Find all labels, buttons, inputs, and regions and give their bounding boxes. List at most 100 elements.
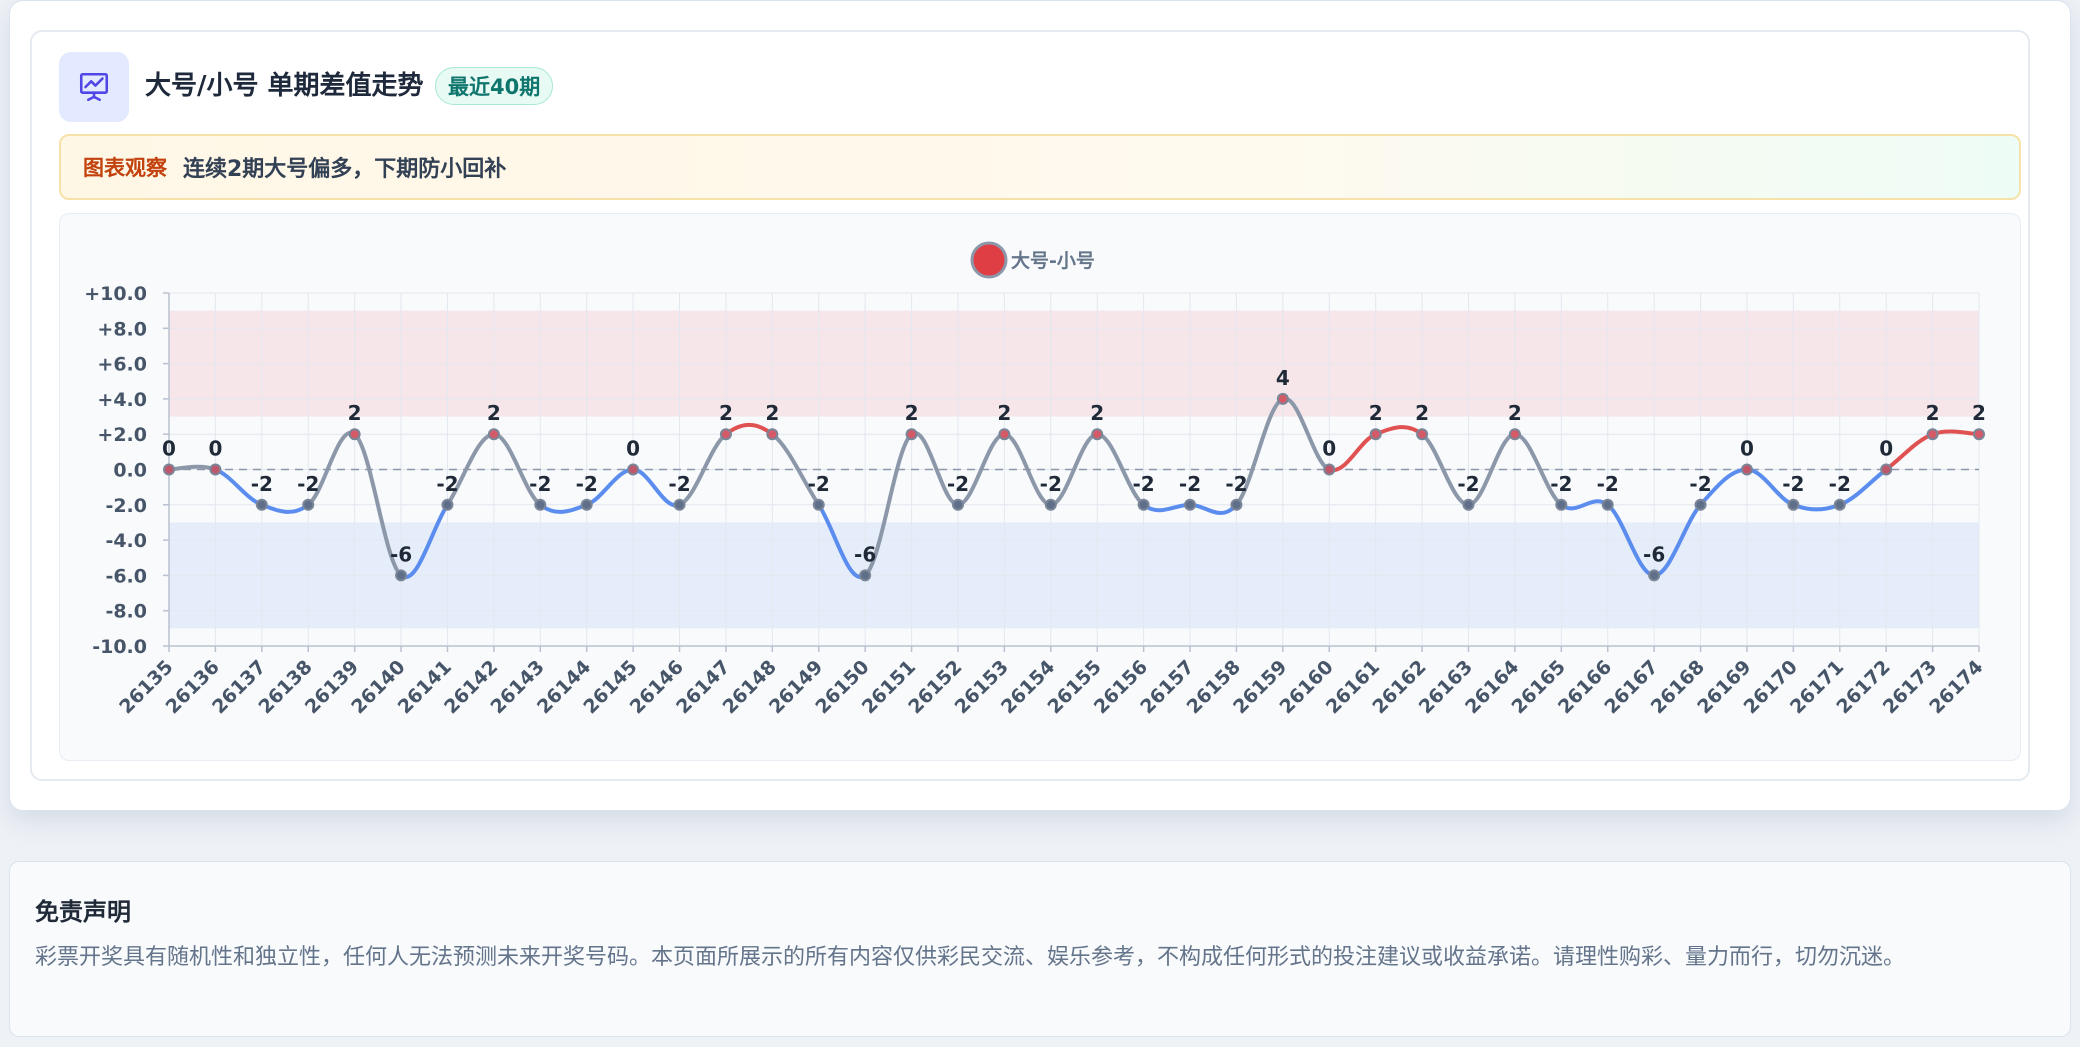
data-point: [534, 498, 547, 511]
data-point: [1833, 498, 1846, 511]
data-label: 2: [1415, 401, 1429, 425]
y-tick-label: +2.0: [97, 424, 147, 446]
data-label: -2: [808, 472, 830, 496]
data-point: [1880, 463, 1893, 476]
data-label: -2: [529, 472, 551, 496]
data-label: -2: [1550, 472, 1572, 496]
data-label: -2: [1040, 472, 1062, 496]
disclaimer-box: 免责声明 彩票开奖具有随机性和独立性，任何人无法预测未来开奖号码。本页面所展示的…: [9, 861, 2071, 1037]
data-label: -2: [297, 472, 319, 496]
observation-label: 图表观察: [83, 156, 167, 180]
data-label: 4: [1276, 366, 1290, 390]
data-point: [766, 428, 779, 441]
series-line-segment: [1188, 502, 1239, 516]
data-label: -2: [251, 472, 273, 496]
data-point: [1276, 392, 1289, 405]
data-point: [1044, 498, 1057, 511]
data-label: 2: [1508, 401, 1522, 425]
data-label: 0: [208, 437, 222, 461]
observation-text: 连续2期大号偏多，下期防小回补: [183, 157, 507, 182]
data-point: [1323, 463, 1336, 476]
data-label: -2: [1782, 472, 1804, 496]
series-line-segment: [1141, 502, 1193, 513]
data-point: [163, 463, 175, 476]
data-label: -2: [668, 472, 690, 496]
data-label: 2: [1926, 401, 1940, 425]
data-point: [1555, 498, 1568, 511]
data-label: -2: [1829, 472, 1851, 496]
data-label: 0: [162, 437, 176, 461]
disclaimer-title: 免责声明: [35, 898, 131, 926]
data-point: [1230, 498, 1243, 511]
trend-chart: +10.0 +8.0 +6.0 +4.0 +2.0 0.0 -2.0 -4.0 -6.0 -8.0…: [84, 241, 1988, 718]
data-label: -6: [390, 542, 412, 566]
data-label: 2: [348, 401, 362, 425]
data-point: [441, 498, 454, 511]
y-tick-label: +8.0: [97, 318, 147, 340]
data-point: [859, 569, 872, 582]
data-point: [487, 428, 500, 441]
data-label: -2: [947, 472, 969, 496]
y-tick-label: -10.0: [92, 636, 147, 658]
data-label: 2: [1369, 401, 1383, 425]
data-point: [1740, 463, 1753, 476]
data-point: [1926, 428, 1939, 441]
data-point: [395, 569, 408, 582]
legend-label: 大号-小号: [1011, 249, 1095, 272]
data-point: [1416, 428, 1429, 441]
data-point: [302, 498, 315, 511]
data-point: [209, 463, 222, 476]
data-point: [1369, 428, 1382, 441]
data-point: [1648, 569, 1661, 582]
y-tick-label: +4.0: [97, 389, 147, 411]
data-point: [1462, 498, 1475, 511]
data-point: [673, 498, 686, 511]
data-label: 0: [1322, 437, 1336, 461]
y-tick-label: -2.0: [105, 495, 147, 517]
series-line-segment: [259, 502, 311, 514]
chart-title: 大号/小号 单期差值走势: [145, 71, 424, 101]
data-label: 2: [487, 401, 501, 425]
data-point: [1184, 498, 1197, 511]
data-label: -6: [854, 542, 876, 566]
data-point: [719, 428, 732, 441]
y-tick-label: -6.0: [105, 565, 147, 587]
data-label: 0: [1740, 437, 1754, 461]
data-label: 0: [626, 437, 640, 461]
data-label: 2: [765, 401, 779, 425]
data-label: -2: [1179, 472, 1201, 496]
data-point: [627, 463, 640, 476]
data-point: [1091, 428, 1104, 441]
observation-banner: 图表观察 连续2期大号偏多，下期防小回补: [59, 134, 2021, 200]
data-point: [255, 498, 268, 511]
y-tick-label: -4.0: [105, 530, 147, 552]
data-label: -2: [436, 472, 458, 496]
data-label: 2: [997, 401, 1011, 425]
y-tick-label: -8.0: [105, 601, 147, 623]
data-point: [1787, 498, 1800, 511]
series-line-segment: [1884, 432, 1935, 472]
data-label: 2: [1972, 401, 1986, 425]
data-label: -2: [1225, 472, 1247, 496]
data-label: -2: [576, 472, 598, 496]
series-line-segment: [538, 502, 589, 514]
data-label: -2: [1689, 472, 1711, 496]
data-point: [905, 428, 918, 441]
data-point: [1137, 498, 1150, 511]
data-label: -2: [1457, 472, 1479, 496]
data-point: [1694, 498, 1707, 511]
data-label: -2: [1133, 472, 1155, 496]
data-point: [580, 498, 593, 511]
series-line-segment: [1373, 425, 1425, 437]
data-point: [348, 428, 361, 441]
data-label: 0: [1879, 437, 1893, 461]
data-point: [1508, 428, 1521, 441]
y-tick-label: +10.0: [84, 283, 147, 305]
data-point: [951, 498, 964, 511]
y-tick-label: 0.0: [113, 460, 147, 482]
data-point: [1601, 498, 1614, 511]
data-label: -6: [1643, 542, 1665, 566]
series-line-segment: [723, 422, 775, 437]
series-line-segment: [1791, 502, 1842, 512]
legend-marker: [970, 241, 1008, 279]
